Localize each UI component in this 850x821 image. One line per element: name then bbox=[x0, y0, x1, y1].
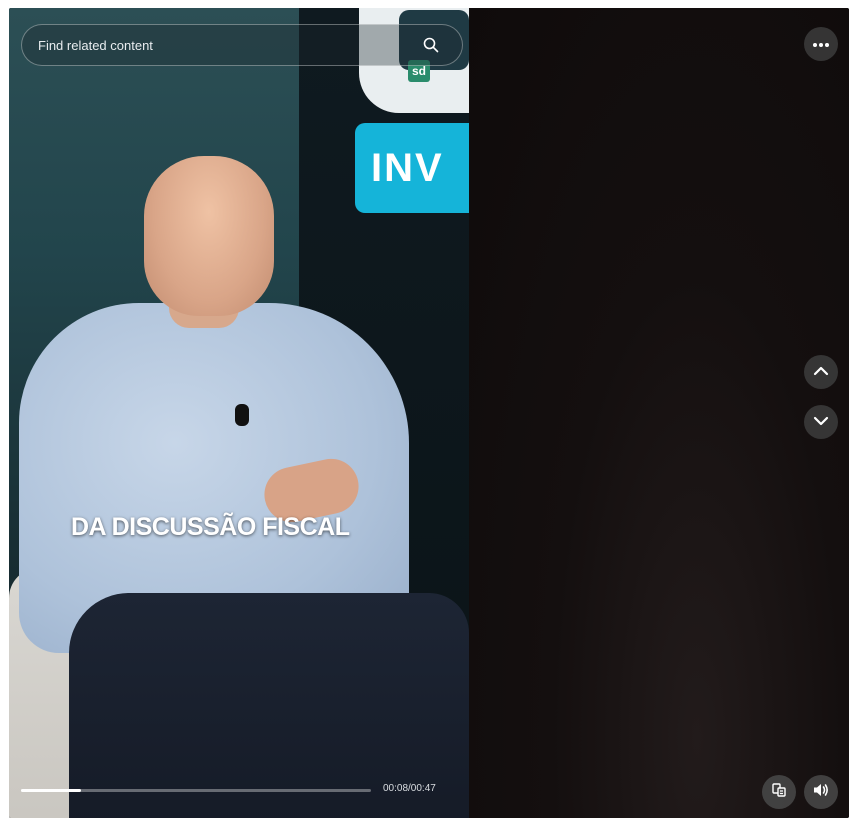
chevron-down-icon bbox=[813, 413, 829, 431]
previous-video-button[interactable] bbox=[804, 355, 838, 389]
chevron-up-icon bbox=[813, 363, 829, 381]
search-bar[interactable] bbox=[21, 24, 463, 66]
lapel-mic bbox=[235, 404, 249, 426]
progress-bar[interactable] bbox=[21, 789, 371, 792]
video-caption: DA DISCUSSÃO FISCAL bbox=[71, 513, 350, 541]
video-frame[interactable]: sd INV DA DISCUSSÃO FISCAL bbox=[9, 8, 469, 818]
search-input[interactable] bbox=[36, 36, 400, 54]
video-player: sd INV DA DISCUSSÃO FISCAL Find related … bbox=[9, 8, 849, 818]
more-horizontal-icon bbox=[812, 35, 830, 53]
person-head bbox=[144, 156, 274, 316]
more-options-button[interactable] bbox=[804, 27, 838, 61]
captions-button[interactable] bbox=[762, 775, 796, 809]
volume-button[interactable] bbox=[804, 775, 838, 809]
side-panel bbox=[469, 8, 849, 818]
volume-icon bbox=[812, 782, 830, 803]
captions-icon bbox=[771, 782, 787, 803]
search-icon[interactable] bbox=[422, 36, 440, 54]
next-video-button[interactable] bbox=[804, 405, 838, 439]
progress-fill bbox=[21, 789, 81, 792]
inv-badge: INV bbox=[355, 123, 469, 213]
time-display: 00:08/00:47 bbox=[383, 783, 436, 794]
